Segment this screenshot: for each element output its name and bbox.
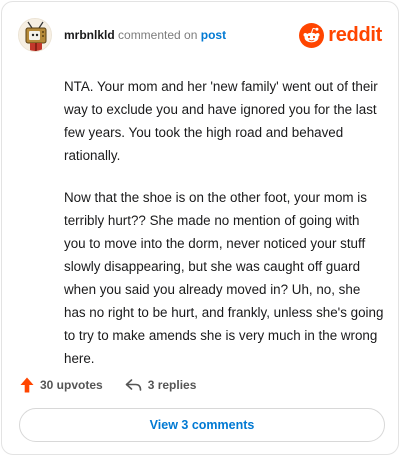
view-comments-button[interactable]: View 3 comments: [19, 408, 385, 442]
upvotes-count: 30 upvotes: [40, 378, 103, 392]
reddit-logo[interactable]: reddit: [299, 22, 382, 48]
comment-body: NTA. Your mom and her 'new family' went …: [64, 75, 384, 370]
username-link[interactable]: mrbnlkld: [64, 28, 115, 42]
post-link[interactable]: post: [201, 28, 226, 42]
comment-action-text: commented on: [118, 28, 198, 42]
tv-head-avatar-icon: [19, 19, 51, 51]
reply-arrow-icon: [125, 379, 142, 391]
comment-meta: mrbnlkld commented on post: [64, 28, 226, 42]
comment-paragraph-1: NTA. Your mom and her 'new family' went …: [64, 79, 378, 163]
comment-card: mrbnlkld commented on post reddit NTA. Y…: [1, 1, 399, 455]
upvote-button[interactable]: 30 upvotes: [20, 377, 103, 393]
comment-actions: 30 upvotes 3 replies: [20, 374, 196, 396]
user-avatar[interactable]: [18, 18, 52, 52]
reddit-snoo-icon: [299, 22, 325, 48]
comment-paragraph-2: Now that the shoe is on the other foot, …: [64, 190, 384, 366]
comment-header: mrbnlkld commented on post reddit: [18, 18, 382, 52]
reddit-wordmark: reddit: [328, 24, 382, 46]
replies-button[interactable]: 3 replies: [125, 378, 197, 392]
upvote-arrow-icon: [20, 377, 34, 393]
replies-count: 3 replies: [147, 378, 197, 392]
